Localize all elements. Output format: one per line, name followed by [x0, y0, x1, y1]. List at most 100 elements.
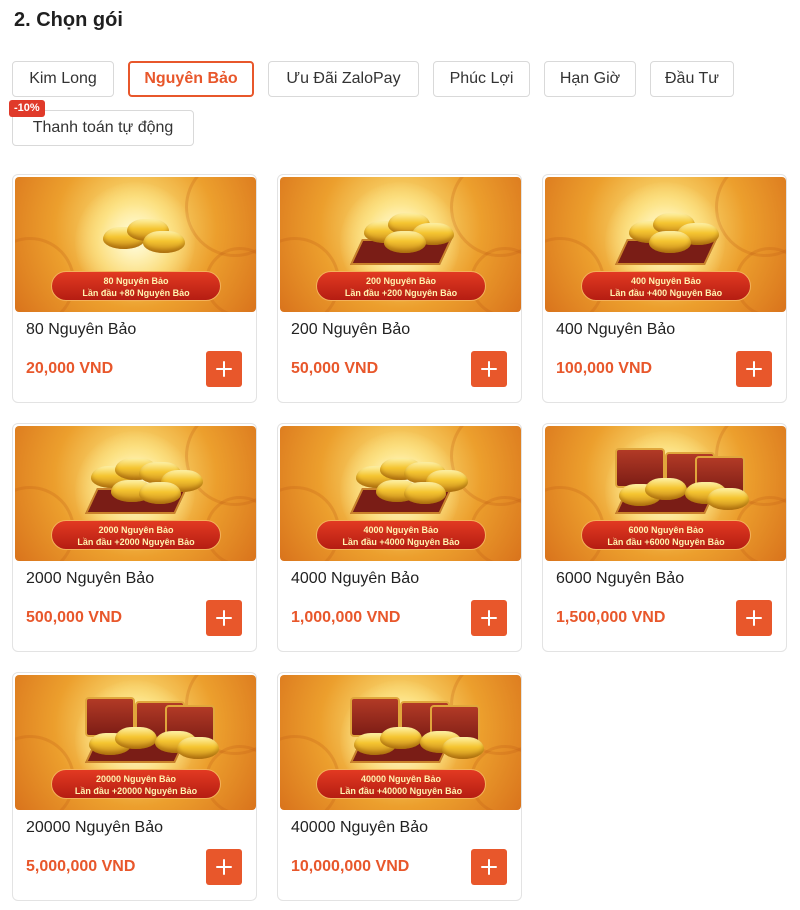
banner-first-bonus: Lần đầu +4000 Nguyên Bảo	[342, 537, 460, 547]
tab-uu-dai-zalopay[interactable]: Ưu Đãi ZaloPay	[268, 61, 419, 97]
package-price: 10,000,000 VND	[291, 858, 410, 875]
tab-label: Ưu Đãi ZaloPay	[286, 70, 401, 87]
tab-phuc-loi[interactable]: Phúc Lợi	[433, 61, 530, 97]
package-image: 200 Nguyên Bảo Lần đầu +200 Nguyên Bảo	[280, 177, 521, 312]
package-banner: 80 Nguyên Bảo Lần đầu +80 Nguyên Bảo	[51, 271, 221, 301]
package-card[interactable]: 200 Nguyên Bảo Lần đầu +200 Nguyên Bảo 200…	[277, 174, 522, 403]
package-banner: 400 Nguyên Bảo Lần đầu +400 Nguyên Bảo	[581, 271, 751, 301]
tab-label: Hạn Giờ	[559, 70, 621, 87]
banner-first-bonus: Lần đầu +80 Nguyên Bảo	[82, 288, 190, 298]
tab-label: Thanh toán tự động	[32, 119, 174, 136]
package-price: 5,000,000 VND	[26, 858, 136, 875]
gold-ingot-icon	[115, 727, 157, 749]
tab-kim-long[interactable]: Kim Long	[12, 61, 114, 97]
plus-icon	[216, 859, 232, 875]
add-package-button[interactable]	[471, 849, 507, 885]
plus-icon	[481, 610, 497, 626]
package-image: 20000 Nguyên Bảo Lần đầu +20000 Nguyên Bả…	[15, 675, 256, 810]
section-title: 2. Chọn gói	[14, 9, 123, 31]
add-package-button[interactable]	[206, 600, 242, 636]
swirl-decoration	[450, 426, 521, 506]
package-image: 400 Nguyên Bảo Lần đầu +400 Nguyên Bảo	[545, 177, 786, 312]
package-name: 2000 Nguyên Bảo	[26, 570, 155, 587]
package-card[interactable]: 4000 Nguyên Bảo Lần đầu +4000 Nguyên Bảo 4…	[277, 423, 522, 652]
package-banner: 40000 Nguyên Bảo Lần đầu +40000 Nguyên Bả…	[316, 769, 486, 799]
gold-ingot-icon	[143, 231, 185, 253]
gold-ingot-icon	[649, 231, 691, 253]
add-package-button[interactable]	[206, 849, 242, 885]
package-name: 20000 Nguyên Bảo	[26, 819, 163, 836]
tab-han-gio[interactable]: Hạn Giờ	[544, 61, 636, 97]
tab-label: Kim Long	[29, 70, 97, 87]
banner-first-bonus: Lần đầu +6000 Nguyên Bảo	[607, 537, 725, 547]
package-name: 4000 Nguyên Bảo	[291, 570, 420, 587]
package-card[interactable]: 400 Nguyên Bảo Lần đầu +400 Nguyên Bảo 400…	[542, 174, 787, 403]
banner-first-bonus: Lần đầu +200 Nguyên Bảo	[344, 288, 458, 298]
package-card[interactable]: 2000 Nguyên Bảo Lần đầu +2000 Nguyên Bảo 2…	[12, 423, 257, 652]
gold-ingot-icon	[380, 727, 422, 749]
package-name: 200 Nguyên Bảo	[291, 321, 411, 338]
swirl-decoration	[185, 426, 256, 506]
banner-amount: 2000 Nguyên Bảo	[98, 525, 174, 535]
add-package-button[interactable]	[471, 600, 507, 636]
banner-amount: 200 Nguyên Bảo	[365, 276, 437, 286]
banner-amount: 20000 Nguyên Bảo	[95, 774, 177, 784]
banner-amount: 40000 Nguyên Bảo	[360, 774, 442, 784]
package-card[interactable]: 6000 Nguyên Bảo Lần đầu +6000 Nguyên Bảo 6…	[542, 423, 787, 652]
package-banner: 20000 Nguyên Bảo Lần đầu +20000 Nguyên Bả…	[51, 769, 221, 799]
package-name: 80 Nguyên Bảo	[26, 321, 137, 338]
plus-icon	[216, 361, 232, 377]
plus-icon	[746, 610, 762, 626]
gold-ingot-icon	[707, 488, 749, 510]
swirl-decoration	[715, 177, 786, 257]
add-package-button[interactable]	[471, 351, 507, 387]
gold-ingot-icon	[404, 482, 446, 504]
plus-icon	[481, 859, 497, 875]
banner-amount: 4000 Nguyên Bảo	[363, 525, 439, 535]
banner-amount: 80 Nguyên Bảo	[103, 276, 169, 286]
plus-icon	[216, 610, 232, 626]
banner-first-bonus: Lần đầu +40000 Nguyên Bảo	[339, 786, 463, 796]
tab-nguyen-bao[interactable]: Nguyên Bảo	[128, 61, 254, 97]
tab-thanh-toan-tu-dong[interactable]: -10% Thanh toán tự động	[9, 100, 194, 146]
add-package-button[interactable]	[736, 600, 772, 636]
package-banner: 200 Nguyên Bảo Lần đầu +200 Nguyên Bảo	[316, 271, 486, 301]
package-name: 40000 Nguyên Bảo	[291, 819, 428, 836]
swirl-decoration	[450, 177, 521, 257]
discount-badge: -10%	[9, 100, 45, 117]
package-banner: 2000 Nguyên Bảo Lần đầu +2000 Nguyên Bảo	[51, 520, 221, 550]
tab-label: Đầu Tư	[665, 70, 719, 87]
package-card[interactable]: 40000 Nguyên Bảo Lần đầu +40000 Nguyên Bả…	[277, 672, 522, 901]
plus-icon	[746, 361, 762, 377]
package-price: 1,500,000 VND	[556, 609, 666, 626]
package-banner: 4000 Nguyên Bảo Lần đầu +4000 Nguyên Bảo	[316, 520, 486, 550]
banner-first-bonus: Lần đầu +2000 Nguyên Bảo	[77, 537, 195, 547]
package-image: 2000 Nguyên Bảo Lần đầu +2000 Nguyên Bảo	[15, 426, 256, 561]
package-price: 50,000 VND	[291, 360, 379, 377]
banner-first-bonus: Lần đầu +400 Nguyên Bảo	[609, 288, 723, 298]
gold-ingot-icon	[442, 737, 484, 759]
gold-ingot-icon	[384, 231, 426, 253]
package-image: 6000 Nguyên Bảo Lần đầu +6000 Nguyên Bảo	[545, 426, 786, 561]
banner-amount: 400 Nguyên Bảo	[630, 276, 702, 286]
package-banner: 6000 Nguyên Bảo Lần đầu +6000 Nguyên Bảo	[581, 520, 751, 550]
tab-dau-tu[interactable]: Đầu Tư	[650, 61, 734, 97]
gold-ingot-icon	[139, 482, 181, 504]
tab-label: Phúc Lợi	[449, 70, 514, 87]
package-image: 80 Nguyên Bảo Lần đầu +80 Nguyên Bảo	[15, 177, 256, 312]
package-price: 20,000 VND	[26, 360, 114, 377]
banner-first-bonus: Lần đầu +20000 Nguyên Bảo	[74, 786, 198, 796]
package-card[interactable]: 80 Nguyên Bảo Lần đầu +80 Nguyên Bảo 80 Ng…	[12, 174, 257, 403]
swirl-decoration	[185, 177, 256, 257]
add-package-button[interactable]	[206, 351, 242, 387]
add-package-button[interactable]	[736, 351, 772, 387]
tab-label: Nguyên Bảo	[144, 70, 238, 87]
banner-amount: 6000 Nguyên Bảo	[628, 525, 704, 535]
package-image: 4000 Nguyên Bảo Lần đầu +4000 Nguyên Bảo	[280, 426, 521, 561]
package-card[interactable]: 20000 Nguyên Bảo Lần đầu +20000 Nguyên Bả…	[12, 672, 257, 901]
package-price: 1,000,000 VND	[291, 609, 401, 626]
package-price: 500,000 VND	[26, 609, 123, 626]
plus-icon	[481, 361, 497, 377]
gold-ingot-icon	[645, 478, 687, 500]
package-name: 6000 Nguyên Bảo	[556, 570, 685, 587]
